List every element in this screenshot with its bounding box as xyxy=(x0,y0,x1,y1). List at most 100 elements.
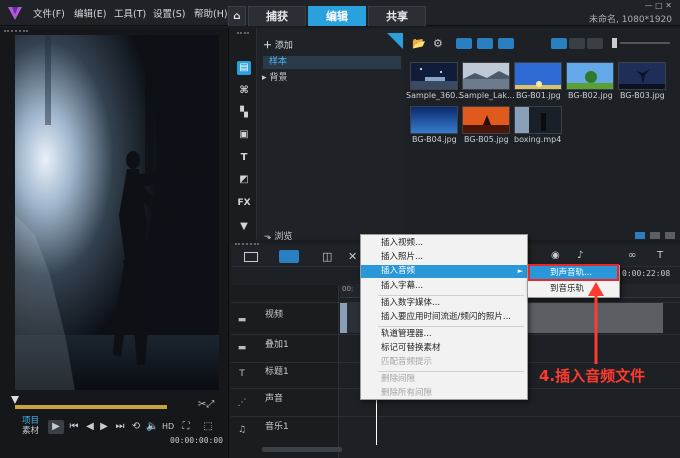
volume-button[interactable]: 🔈 xyxy=(146,420,158,434)
night-sky-image xyxy=(411,63,457,89)
sort-icon[interactable] xyxy=(587,38,603,49)
home-tab[interactable]: ⌂ xyxy=(228,6,246,26)
step-back-button[interactable]: ◀ xyxy=(84,420,96,434)
mode-clip[interactable]: 素材 xyxy=(22,426,39,436)
export-button[interactable]: ⬚ xyxy=(200,420,216,434)
blue-sky-image xyxy=(515,63,561,89)
add-folder-button[interactable]: ＋ 添加 xyxy=(263,38,293,51)
library-toolbar: 📂 ⚙ xyxy=(406,34,676,54)
menu-match-audio-cue: 匹配音频提示 xyxy=(381,357,433,367)
menu-insert-subtitle[interactable]: 插入字幕... xyxy=(361,280,527,293)
library-option3-icon[interactable] xyxy=(665,232,675,239)
thumb-sample-360[interactable] xyxy=(410,62,458,90)
tools-icon[interactable]: ◫ xyxy=(322,250,332,263)
thumb-label: BG-B01.jpg xyxy=(516,91,561,100)
zoom-slider-handle[interactable] xyxy=(612,38,617,48)
menu-insert-audio[interactable]: 插入音频 ► xyxy=(361,265,527,278)
template-icon[interactable]: ▣ xyxy=(237,128,251,142)
thumbnail-view-icon[interactable] xyxy=(551,38,567,49)
tab-share[interactable]: 共享 xyxy=(368,6,426,26)
title-icon[interactable]: T xyxy=(237,151,251,165)
audio-wave-icon[interactable]: ♪ xyxy=(577,250,583,261)
track-divider xyxy=(231,416,680,417)
pin-corner-icon[interactable] xyxy=(387,33,403,49)
trim-start-marker[interactable] xyxy=(11,396,19,404)
storyboard-view-icon[interactable] xyxy=(244,252,258,262)
timeline-view-icon[interactable] xyxy=(279,250,299,263)
thumb-bg-b01[interactable] xyxy=(514,62,562,90)
library-option-icon[interactable] xyxy=(635,232,645,239)
filter-video-icon[interactable] xyxy=(456,38,472,49)
player-timecode[interactable]: 00:00:00:00 xyxy=(170,436,223,445)
transition-icon[interactable]: ▚ xyxy=(237,106,251,120)
instant-project-icon[interactable]: ⌘ xyxy=(237,84,251,98)
thumb-boxing[interactable] xyxy=(514,106,562,134)
sunset-image xyxy=(463,107,509,133)
library-grip[interactable] xyxy=(237,32,249,35)
step-back-icon: ◀ xyxy=(86,421,94,432)
settings-gear-icon[interactable]: ⚙ xyxy=(433,37,443,50)
crop-button[interactable]: ⛶ xyxy=(180,420,192,434)
menu-insert-timelapse[interactable]: 插入要应用时间流逝/频闪的照片... xyxy=(361,311,527,324)
menu-tools[interactable]: 工具(T) xyxy=(114,6,146,20)
thumb-bg-b05[interactable] xyxy=(462,106,510,134)
media-library-icon[interactable]: ▤ xyxy=(237,61,251,75)
library-option2-icon[interactable] xyxy=(650,232,660,239)
lake-image xyxy=(463,63,509,89)
filter-audio-icon[interactable] xyxy=(498,38,514,49)
menu-insert-digital-media[interactable]: 插入数字媒体... xyxy=(361,297,527,310)
edit-tools-icon[interactable]: ✕ xyxy=(348,250,357,263)
zoom-slider-track[interactable] xyxy=(620,42,670,44)
step-forward-button[interactable]: ▶ xyxy=(98,420,110,434)
thumb-bg-b03[interactable] xyxy=(618,62,666,90)
go-end-button[interactable]: ⏭ xyxy=(114,420,126,434)
menu-insert-audio-label: 插入音频 xyxy=(381,266,416,276)
tab-edit[interactable]: 编辑 xyxy=(308,6,366,26)
collapse-down-icon[interactable]: ▼ xyxy=(237,220,251,234)
chain-icon[interactable]: ∞ xyxy=(628,250,636,261)
menu-track-manager[interactable]: 轨道管理器... xyxy=(361,328,527,341)
mode-selector[interactable]: 项目 素材 xyxy=(22,416,39,436)
tree-item-samples[interactable]: 样本 xyxy=(263,56,401,69)
play-button[interactable]: ▶ xyxy=(48,420,64,434)
filter-fx-icon[interactable]: FX xyxy=(237,196,251,210)
repeat-button[interactable]: ⟲ xyxy=(130,420,142,434)
thumb-label: Sample_360... xyxy=(406,91,463,100)
thumb-sample-lake[interactable] xyxy=(462,62,510,90)
thumb-bg-b02[interactable] xyxy=(566,62,614,90)
menu-mark-replaceable[interactable]: 标记可替换素材 xyxy=(361,342,527,355)
menu-help[interactable]: 帮助(H) xyxy=(194,6,228,20)
go-start-button[interactable]: ⏮ xyxy=(68,420,80,434)
record-icon[interactable]: ◉ xyxy=(551,250,560,261)
graphics-icon[interactable]: ◩ xyxy=(237,173,251,187)
hd-button[interactable]: HD xyxy=(162,420,174,434)
menu-insert-video[interactable]: 插入视频... xyxy=(361,237,527,250)
panel-grip[interactable] xyxy=(4,30,28,32)
menu-edit[interactable]: 编辑(E) xyxy=(74,6,106,20)
trim-bar[interactable] xyxy=(15,405,167,409)
window-controls[interactable]: — □ ✕ xyxy=(645,1,672,10)
preview-window[interactable] xyxy=(15,35,219,390)
menu-insert-photo[interactable]: 插入照片... xyxy=(361,251,527,264)
timeline-scrollbar[interactable] xyxy=(262,447,342,452)
thumb-bg-b04[interactable] xyxy=(410,106,458,134)
tab-capture[interactable]: 捕获 xyxy=(248,6,306,26)
menu-file[interactable]: 文件(F) xyxy=(33,6,65,20)
browse-button[interactable]: ⬎ 浏览 xyxy=(264,229,292,242)
submenu-arrow-icon: ► xyxy=(517,267,523,275)
timeline-timecode[interactable]: 0:00:22:08 xyxy=(622,269,670,278)
folder-import-icon[interactable]: 📂 xyxy=(412,37,426,50)
plus-icon: ＋ xyxy=(263,41,273,51)
mode-project[interactable]: 项目 xyxy=(22,416,39,426)
green-tree-image xyxy=(567,63,613,89)
menu-settings[interactable]: 设置(S) xyxy=(153,6,185,20)
menu-separator xyxy=(378,326,524,327)
menu-separator xyxy=(378,371,524,372)
filter-photo-icon[interactable] xyxy=(477,38,493,49)
list-view-icon[interactable] xyxy=(569,38,585,49)
scissors-tool[interactable]: ✂⤢ xyxy=(198,398,220,410)
export-icon: ⬚ xyxy=(203,421,213,432)
tree-item-backgrounds[interactable]: ▸ 背景 xyxy=(262,70,287,83)
title-tool-icon[interactable]: T xyxy=(657,250,663,261)
track-name-music: 音乐1 xyxy=(265,422,289,432)
